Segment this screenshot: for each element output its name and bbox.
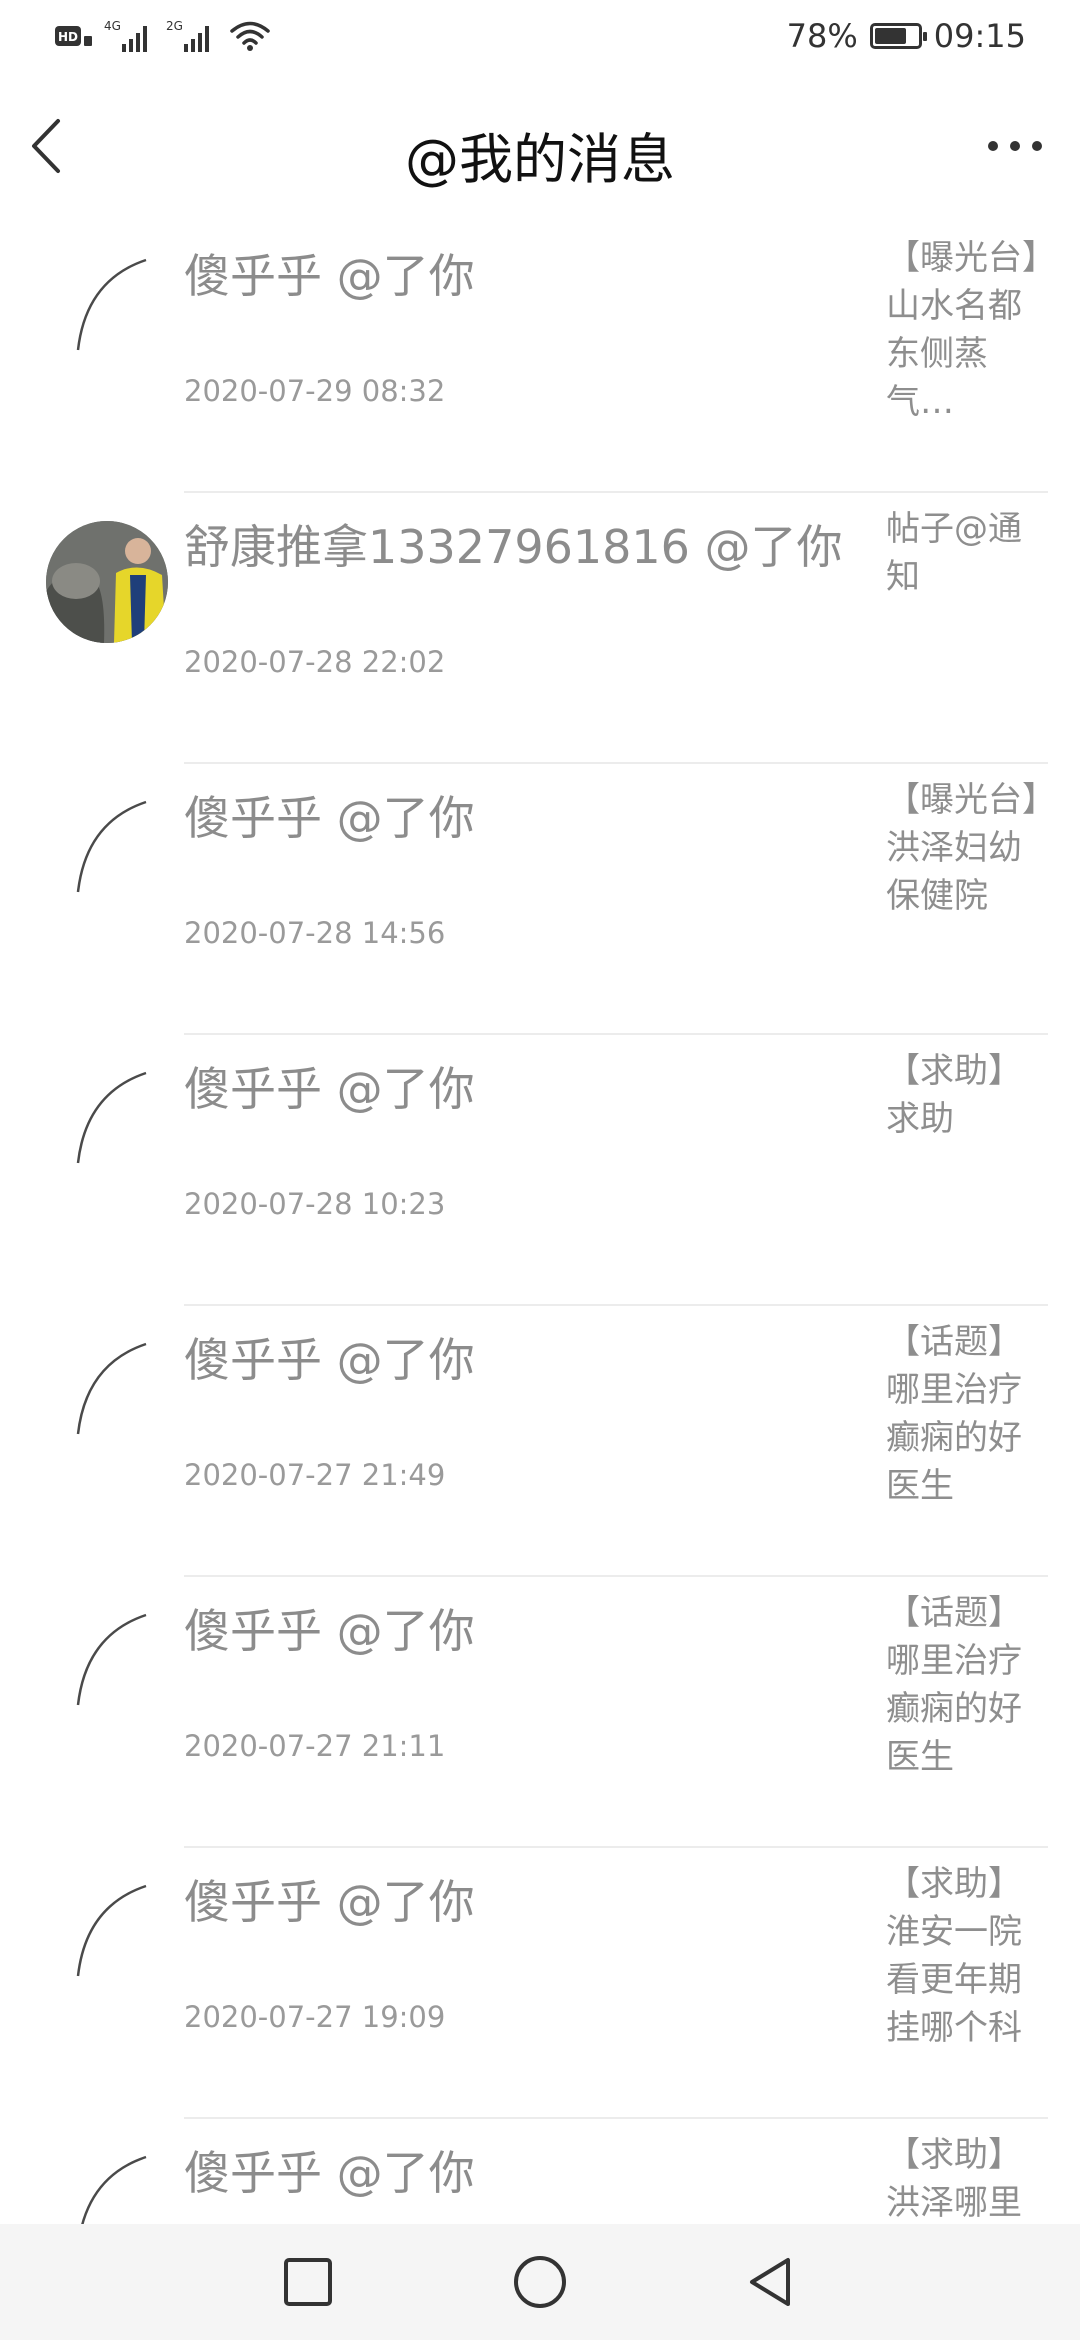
list-item[interactable]: 舒康推拿13327961816 @了你 2020-07-28 22:02 帖子@通知 (0, 493, 1080, 764)
post-excerpt: 【曝光台】洪泽妇幼保健院 (886, 780, 1039, 916)
message-time: 2020-07-29 08:32 (184, 374, 446, 408)
message-time: 2020-07-28 10:23 (184, 1187, 446, 1221)
post-excerpt: 【求助】求助 (886, 1051, 1022, 1139)
message-sender: 傻乎乎 @了你 (184, 791, 475, 845)
list-item[interactable]: 傻乎乎 @了你 2020-07-28 14:56 【曝光台】洪泽妇幼保健院 (0, 764, 1080, 1035)
message-sender: 傻乎乎 @了你 (184, 1062, 475, 1116)
battery-icon (869, 23, 927, 49)
hd-icon: HD (55, 26, 92, 46)
message-sender: 傻乎乎 @了你 (184, 1875, 475, 1929)
battery-percent: 78% (786, 17, 858, 55)
network-indicators: HD 4G 2G (54, 18, 272, 54)
more-dots-icon (988, 141, 1042, 151)
post-excerpt: 【求助】淮安一院看更年期挂哪个科 (886, 1864, 1022, 2048)
status-bar: HD 4G 2G 78% 09:15 (0, 0, 1080, 75)
message-list: 傻乎乎 @了你 2020-07-29 08:32 【曝光台】山水名都东侧蒸气… 舒康推… (0, 222, 1080, 2340)
avatar[interactable] (46, 250, 168, 372)
list-item[interactable]: 傻乎乎 @了你 2020-07-27 21:11 【话题】哪里治疗癫痫的好医生 (0, 1577, 1080, 1848)
circle-icon (514, 2256, 566, 2308)
message-time: 2020-07-28 14:56 (184, 916, 446, 950)
list-item[interactable]: 傻乎乎 @了你 2020-07-29 08:32 【曝光台】山水名都东侧蒸气… (0, 222, 1080, 493)
signal-2g-icon: 2G (166, 19, 209, 52)
message-sender: 傻乎乎 @了你 (184, 249, 475, 303)
svg-text:2G: 2G (166, 19, 183, 33)
navigation-bar (0, 2224, 1080, 2340)
message-time: 2020-07-28 22:02 (184, 645, 446, 679)
wifi-icon (230, 21, 270, 51)
message-time: 2020-07-27 21:49 (184, 1458, 446, 1492)
post-excerpt: 【求助】洪泽哪里 (886, 2135, 1022, 2223)
square-icon (284, 2258, 332, 2306)
more-button[interactable] (980, 121, 1050, 171)
svg-text:4G: 4G (104, 19, 121, 33)
message-time: 2020-07-27 21:11 (184, 1729, 446, 1763)
page-title: @我的消息 (405, 128, 675, 191)
message-sender: 傻乎乎 @了你 (184, 2146, 475, 2200)
avatar[interactable] (46, 521, 168, 643)
post-excerpt: 【曝光台】山水名都东侧蒸气… (886, 238, 1039, 422)
message-sender: 舒康推拿13327961816 @了你 (184, 520, 843, 574)
recent-apps-button[interactable] (276, 2250, 340, 2314)
post-excerpt: 帖子@通知 (886, 509, 1022, 597)
post-excerpt: 【话题】哪里治疗癫痫的好医生 (886, 1593, 1022, 1777)
message-sender: 傻乎乎 @了你 (184, 1604, 475, 1658)
triangle-back-icon (750, 2258, 790, 2306)
message-sender: 傻乎乎 @了你 (184, 1333, 475, 1387)
avatar[interactable] (46, 1063, 168, 1185)
avatar[interactable] (46, 1876, 168, 1998)
message-time: 2020-07-27 19:09 (184, 2000, 446, 2034)
signal-4g-icon: 4G (104, 19, 147, 52)
svg-text:HD: HD (58, 30, 78, 44)
status-right: 78% 09:15 (786, 17, 1026, 55)
avatar[interactable] (46, 1334, 168, 1456)
home-button[interactable] (508, 2250, 572, 2314)
battery-level (874, 28, 906, 44)
nav-back-button[interactable] (740, 2250, 804, 2314)
clock: 09:15 (933, 17, 1026, 55)
post-excerpt: 【话题】哪里治疗癫痫的好医生 (886, 1322, 1022, 1506)
header: @我的消息 (0, 75, 1080, 220)
avatar[interactable] (46, 792, 168, 914)
list-item[interactable]: 傻乎乎 @了你 2020-07-27 19:09 【求助】淮安一院看更年期挂哪个科 (0, 1848, 1080, 2119)
avatar[interactable] (46, 1605, 168, 1727)
messages-screen: HD 4G 2G 78% 09:15 @我的消息 傻乎乎 @了你 2020-07… (0, 0, 1080, 2340)
list-item[interactable]: 傻乎乎 @了你 2020-07-27 21:49 【话题】哪里治疗癫痫的好医生 (0, 1306, 1080, 1577)
list-item[interactable]: 傻乎乎 @了你 2020-07-28 10:23 【求助】求助 (0, 1035, 1080, 1306)
